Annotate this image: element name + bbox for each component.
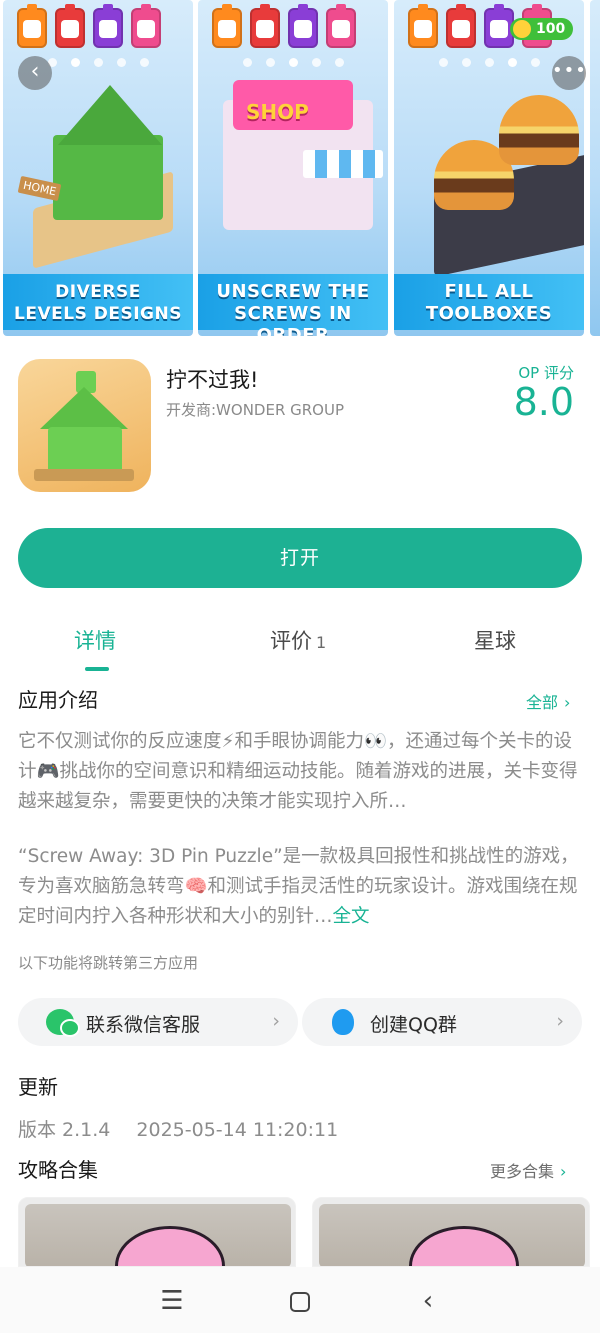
- create-qq-group-button[interactable]: 创建QQ群 ›: [302, 998, 582, 1046]
- full-text-link[interactable]: 全文: [333, 906, 370, 927]
- toolbox-row: [17, 4, 161, 48]
- tab-details[interactable]: 详情: [74, 625, 116, 655]
- screenshot-caption: FILL ALL TOOLBOXES: [394, 274, 584, 330]
- tab-indicator: [85, 667, 109, 671]
- wechat-icon: [46, 1009, 80, 1037]
- qq-icon: [332, 1009, 354, 1035]
- chevron-right-icon: ›: [564, 693, 571, 712]
- more-guides-link[interactable]: 更多合集 ›: [490, 1158, 566, 1182]
- chevron-right-icon: ›: [560, 1162, 567, 1181]
- burger-illustration: [414, 80, 584, 278]
- home-icon[interactable]: [280, 1281, 320, 1321]
- toolbox-icon: [17, 4, 47, 48]
- toolbox-icon: [408, 4, 438, 48]
- more-dots-icon[interactable]: •••: [552, 56, 586, 90]
- wechat-support-button[interactable]: 联系微信客服 ›: [18, 998, 298, 1046]
- guides-title: 攻略合集: [18, 1158, 98, 1182]
- guide-card[interactable]: [18, 1197, 296, 1267]
- guide-card[interactable]: [312, 1197, 590, 1267]
- toolbox-icon: [446, 4, 476, 48]
- tab-reviews[interactable]: 评价 1: [270, 625, 326, 655]
- version-info: 版本 2.1.4 2025-05-14 11:20:11: [18, 1115, 338, 1142]
- back-icon[interactable]: ‹: [408, 1281, 448, 1321]
- system-nav-bar: ☰ ‹: [0, 1267, 600, 1333]
- coin-badge: 100: [510, 18, 574, 40]
- review-count: 1: [316, 633, 327, 652]
- screenshot-pager: [198, 58, 388, 67]
- open-button[interactable]: 打开: [18, 528, 582, 588]
- screenshot-caption: DIVERSE LEVELS DESIGNS: [3, 274, 193, 330]
- tab-planet[interactable]: 星球: [474, 625, 516, 655]
- update-title: 更新: [18, 1075, 58, 1099]
- toolbox-icon: [93, 4, 123, 48]
- rating-value: 8.0: [513, 380, 574, 424]
- third-party-note: 以下功能将跳转第三方应用: [18, 954, 199, 972]
- intro-paragraph-2: “Screw Away: 3D Pin Puzzle”是一款极具回报性和挑战性的…: [18, 846, 579, 927]
- screenshot-2[interactable]: SHOP UNSCREW THE SCREWS IN ORDER: [198, 0, 388, 336]
- menu-icon[interactable]: ☰: [152, 1281, 192, 1321]
- screenshot-1[interactable]: HOME DIVERSE LEVELS DESIGNS: [3, 0, 193, 336]
- toolbox-icon: [212, 4, 242, 48]
- app-icon: [18, 359, 151, 492]
- shop-sign: SHOP: [246, 100, 309, 124]
- shop-illustration: SHOP: [218, 80, 383, 250]
- toolbox-icon: [288, 4, 318, 48]
- intro-paragraph-1: 它不仅测试你的反应速度⚡和手眼协调能力👀，还通过每个关卡的设计🎮挑战你的空间意识…: [18, 731, 578, 812]
- developer-name: 开发商:WONDER GROUP: [166, 401, 345, 419]
- screenshot-caption: UNSCREW THE SCREWS IN ORDER: [198, 274, 388, 336]
- chevron-right-icon: ›: [272, 1010, 280, 1032]
- chevron-right-icon: ›: [556, 1010, 564, 1032]
- intro-all-link[interactable]: 全部 ›: [526, 689, 570, 713]
- toolbox-icon: [131, 4, 161, 48]
- toolbox-icon: [55, 4, 85, 48]
- screenshot-3[interactable]: FILL ALL TOOLBOXES: [394, 0, 584, 336]
- version-number: 版本 2.1.4: [18, 1119, 111, 1141]
- house-illustration: HOME: [17, 80, 173, 269]
- app-name: 拧不过我!: [166, 368, 259, 392]
- toolbox-icon: [326, 4, 356, 48]
- toolbox-row: [212, 4, 356, 48]
- intro-title: 应用介绍: [18, 688, 98, 712]
- screenshot-carousel[interactable]: HOME DIVERSE LEVELS DESIGNS SHOP UNSCREW…: [0, 0, 600, 338]
- chevron-left-icon[interactable]: ‹: [18, 56, 52, 90]
- update-date: 2025-05-14 11:20:11: [136, 1119, 339, 1141]
- screenshot-4-peek[interactable]: [590, 0, 600, 336]
- toolbox-icon: [250, 4, 280, 48]
